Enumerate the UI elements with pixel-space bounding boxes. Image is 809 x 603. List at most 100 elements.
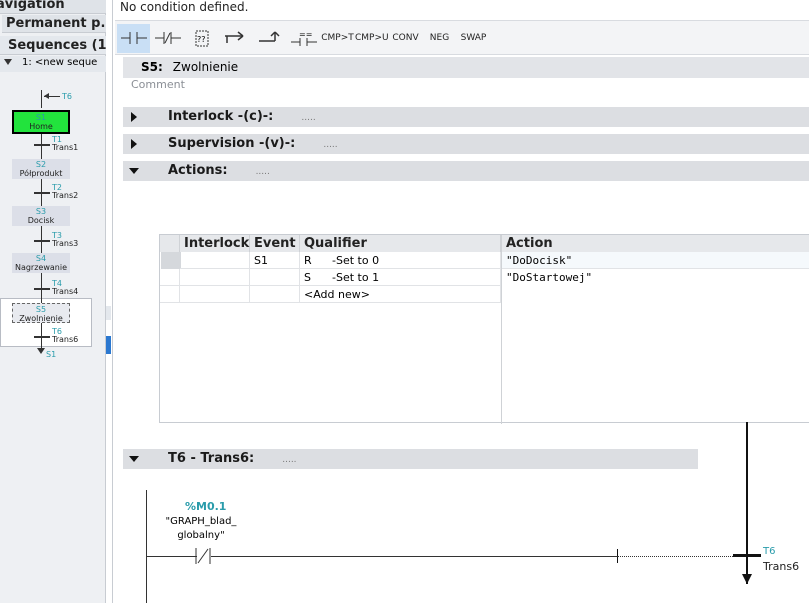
empty-box-button[interactable]: ?? xyxy=(185,24,218,53)
operand-name-line2: globalny" xyxy=(177,530,225,541)
chevron-down-icon[interactable] xyxy=(129,168,139,174)
arrow-down-icon xyxy=(742,574,752,584)
step-name: Home xyxy=(29,122,53,131)
col-header-action: Action xyxy=(502,235,809,252)
cell-event[interactable] xyxy=(250,286,300,303)
no-contact-button[interactable] xyxy=(117,24,150,53)
actions-section-dots: ..... xyxy=(255,167,270,177)
row-header-corner xyxy=(160,235,180,252)
overview-transition-label: T6 Trans6 xyxy=(52,328,78,344)
transition-name: Trans2 xyxy=(52,191,79,200)
step-id: S1 xyxy=(35,113,47,122)
cmp-gu-button[interactable]: CMP>U xyxy=(355,24,389,53)
cell-action[interactable]: "DoStartowej" xyxy=(502,269,809,286)
chevron-down-icon[interactable] xyxy=(129,456,139,462)
step-name: Docisk xyxy=(27,216,55,225)
transition-section[interactable]: T6 - Trans6:..... xyxy=(123,449,698,469)
arrow-left-icon xyxy=(44,93,49,99)
overview-step-s3[interactable]: S3 Docisk xyxy=(12,206,70,226)
chevron-down-icon[interactable] xyxy=(4,59,12,65)
chevron-right-icon[interactable] xyxy=(131,112,137,122)
col-header-interlock: Interlock xyxy=(180,235,250,252)
operand-name[interactable]: "GRAPH_blad_ globalny" xyxy=(161,515,241,543)
col-header-event: Event xyxy=(250,235,300,252)
row-selector[interactable] xyxy=(160,286,180,303)
step-name: Półprodukt xyxy=(19,169,63,178)
row-selector[interactable] xyxy=(161,252,181,269)
compare-icon: == xyxy=(291,30,317,46)
nc-contact-icon xyxy=(155,32,181,44)
operand-address[interactable]: %M0.1 xyxy=(185,500,226,513)
transition-name: Trans1 xyxy=(52,143,79,152)
navigation-title: avigation xyxy=(0,0,106,14)
sequence-item-label: 1: <new seque xyxy=(22,57,98,68)
swap-button[interactable]: SWAP xyxy=(457,24,490,53)
cell-qualifier[interactable]: S -Set to 1 xyxy=(300,269,501,286)
overview-transition-t1[interactable] xyxy=(34,144,50,146)
cmp-gt-button[interactable]: CMP>T xyxy=(321,24,354,53)
transition-name-label: Trans6 xyxy=(763,560,800,573)
conv-button[interactable]: CONV xyxy=(389,24,422,53)
cell-interlock[interactable] xyxy=(180,286,250,303)
step-name: Zwolnienie xyxy=(19,314,63,323)
cell-action[interactable]: "DoDocisk" xyxy=(502,252,809,269)
transition-section-label: T6 - Trans6: xyxy=(168,451,255,466)
step-name: Nagrzewanie xyxy=(14,263,68,272)
network-wire-dotted xyxy=(617,556,735,557)
overview-transition-t6[interactable] xyxy=(34,336,50,338)
supervision-section[interactable]: Supervision -(v)-:..... xyxy=(123,134,809,154)
cell-qualifier[interactable]: R -Set to 0 xyxy=(300,252,501,269)
overview-step-s1[interactable]: S1 Home xyxy=(12,110,70,134)
overview-link xyxy=(41,90,42,108)
overview-transition-label: T2 Trans2 xyxy=(52,184,78,200)
col-header-qualifier: Qualifier xyxy=(300,235,501,252)
overview-transition-t4[interactable] xyxy=(34,288,50,290)
nc-contact-button[interactable] xyxy=(151,24,184,53)
interlock-section[interactable]: Interlock -(c)-:..... xyxy=(123,107,809,127)
transition-bar[interactable] xyxy=(733,554,761,557)
sequences-header[interactable]: Sequences (1) xyxy=(0,36,106,55)
overview-step-s2[interactable]: S2 Półprodukt xyxy=(12,159,70,179)
supervision-section-dots: ..... xyxy=(323,140,338,150)
overview-transition-label: T4 Trans4 xyxy=(52,280,78,296)
expand-panel-handle[interactable] xyxy=(106,336,111,354)
cell-event[interactable]: S1 xyxy=(250,252,300,269)
interlock-section-label: Interlock -(c)-: xyxy=(168,109,274,124)
cell-interlock[interactable] xyxy=(180,252,250,269)
power-rail xyxy=(146,490,147,603)
ladder-toolbar: ?? == CMP>T CMP>U CONV NEG SWAP xyxy=(115,20,809,55)
network-wire xyxy=(211,556,617,557)
actions-section-label: Actions: xyxy=(168,163,228,178)
add-new-action[interactable]: <Add new> xyxy=(300,286,501,303)
transition-id-label: T6 xyxy=(763,546,776,557)
overview-step-s5[interactable]: S5 Zwolnienie xyxy=(12,303,70,323)
chevron-right-icon[interactable] xyxy=(131,139,137,149)
step-name[interactable]: Zwolnienie xyxy=(173,60,238,74)
sequence-item-1[interactable]: 1: <new seque xyxy=(0,56,106,72)
step-id: S5: xyxy=(141,60,163,74)
close-branch-button[interactable] xyxy=(253,24,286,53)
overview-transition-t2[interactable] xyxy=(34,192,50,194)
cell-event[interactable] xyxy=(250,269,300,286)
neg-button[interactable]: NEG xyxy=(423,24,456,53)
collapse-panel-handle[interactable] xyxy=(106,306,111,320)
actions-section[interactable]: Actions:..... xyxy=(123,161,809,181)
open-branch-button[interactable] xyxy=(219,24,252,53)
step-comment-field[interactable]: Comment xyxy=(131,78,185,91)
cell-interlock[interactable] xyxy=(180,269,250,286)
condition-status: No condition defined. xyxy=(120,0,249,14)
overview-step-s4[interactable]: S4 Nagrzewanie xyxy=(12,253,70,273)
overview-jump-label: T6 xyxy=(62,92,72,101)
empty-box-icon: ?? xyxy=(195,30,209,47)
row-selector[interactable] xyxy=(160,269,180,286)
transition-name: Trans6 xyxy=(52,335,79,344)
overview-link xyxy=(41,134,42,159)
nc-contact-icon[interactable] xyxy=(193,547,213,565)
overview-transition-t3[interactable] xyxy=(34,240,50,242)
permanent-operations-tab[interactable]: Permanent p... xyxy=(2,15,106,33)
empty-box-text: ?? xyxy=(197,35,206,44)
supervision-section-label: Supervision -(v)-: xyxy=(168,136,296,151)
transition-section-dots: ..... xyxy=(282,455,297,465)
compare-button[interactable]: == xyxy=(287,24,320,53)
navigation-panel: avigation Permanent p... Sequences (1) 1… xyxy=(0,0,106,603)
